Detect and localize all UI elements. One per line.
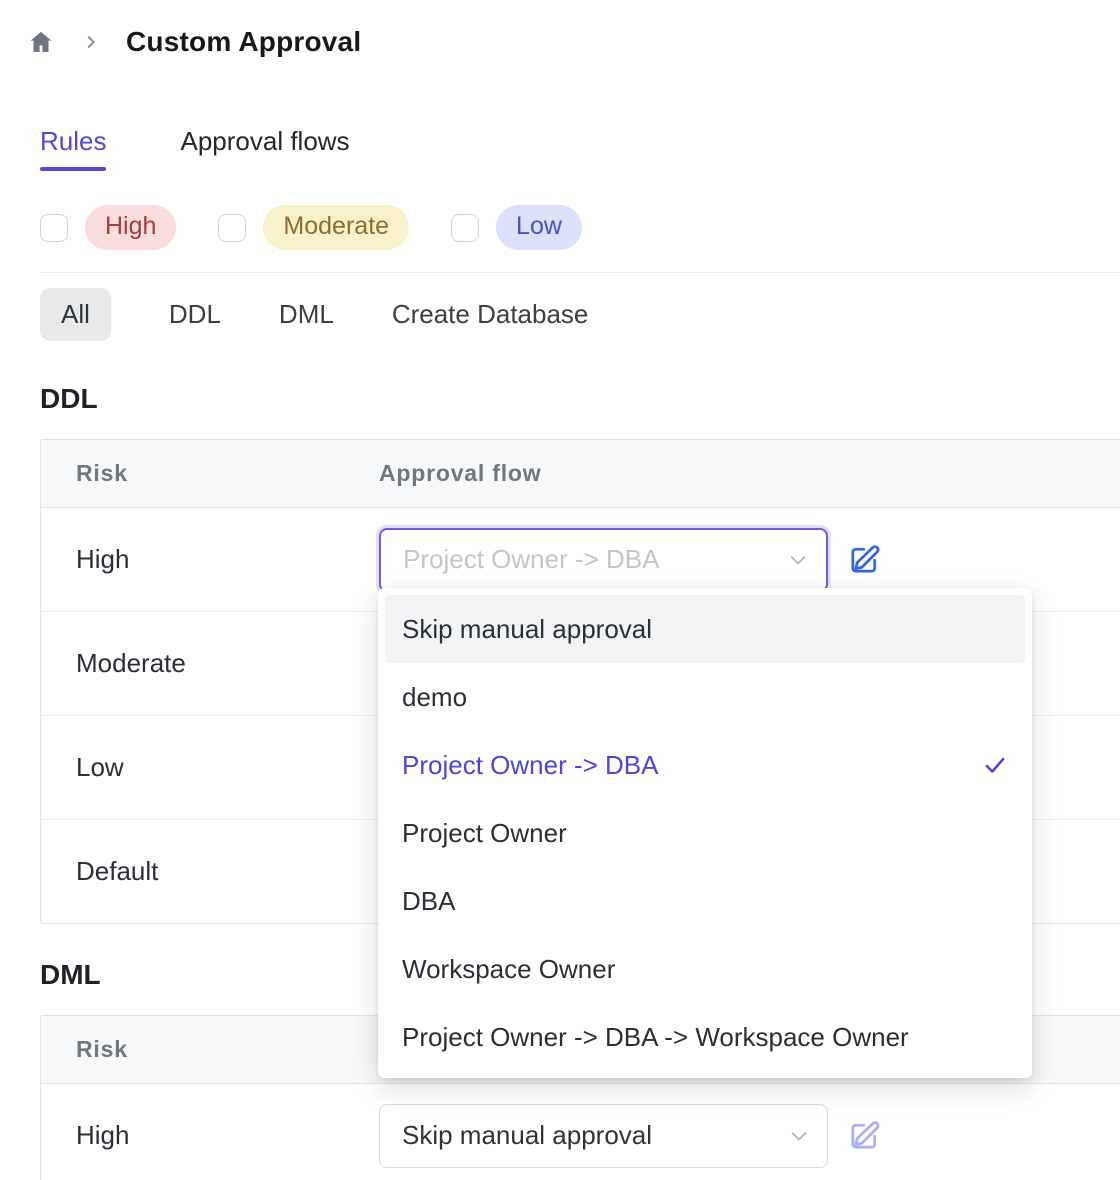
- category-filter-dml[interactable]: DML: [279, 299, 334, 330]
- approval-flow-select-ddl-high[interactable]: Project Owner -> DBA: [379, 528, 828, 592]
- dropdown-item-label: Project Owner: [402, 818, 567, 849]
- dropdown-item-skip-manual-approval[interactable]: Skip manual approval: [385, 595, 1025, 663]
- risk-filter-high[interactable]: High: [40, 205, 176, 250]
- select-value: Skip manual approval: [402, 1120, 652, 1151]
- risk-filter-low[interactable]: Low: [451, 205, 582, 250]
- column-header-approval-flow: Approval flow: [379, 460, 541, 487]
- active-tab-underline: [40, 167, 106, 171]
- dropdown-item-label: Skip manual approval: [402, 614, 652, 645]
- dropdown-item-label: Project Owner -> DBA -> Workspace Owner: [402, 1022, 909, 1053]
- dropdown-item-project-owner[interactable]: Project Owner: [385, 799, 1025, 867]
- badge-high: High: [85, 205, 176, 250]
- risk-filter-row: High Moderate Low: [40, 205, 1120, 250]
- flow-cell-dml-high: Skip manual approval: [379, 1104, 882, 1168]
- dropdown-item-label: Project Owner -> DBA: [402, 750, 658, 781]
- risk-filter-moderate[interactable]: Moderate: [218, 205, 409, 250]
- tab-rules[interactable]: Rules: [40, 126, 106, 171]
- select-value: Project Owner -> DBA: [403, 544, 659, 575]
- dropdown-item-project-owner-dba[interactable]: Project Owner -> DBA: [385, 731, 1025, 799]
- chevron-down-icon: [786, 548, 810, 572]
- risk-label-high: High: [41, 1120, 379, 1151]
- approval-flow-dropdown: Skip manual approval demo Project Owner …: [378, 588, 1032, 1078]
- edit-pencil-icon: [847, 1118, 882, 1153]
- category-filter-all[interactable]: All: [40, 288, 111, 341]
- edit-pencil-icon: [847, 542, 882, 577]
- checkbox-low[interactable]: [451, 214, 479, 242]
- ddl-table-header: Risk Approval flow: [41, 440, 1120, 508]
- badge-low: Low: [496, 205, 582, 250]
- home-icon[interactable]: [28, 29, 54, 55]
- chevron-right-icon: [82, 33, 100, 51]
- tab-approval-flows[interactable]: Approval flows: [180, 126, 349, 171]
- tab-approval-flows-label: Approval flows: [180, 126, 349, 156]
- badge-moderate: Moderate: [263, 205, 409, 250]
- custom-approval-page: Custom Approval Rules Approval flows Hig…: [0, 0, 1120, 1180]
- dropdown-item-project-owner-dba-workspace-owner[interactable]: Project Owner -> DBA -> Workspace Owner: [385, 1003, 1025, 1071]
- dropdown-item-dba[interactable]: DBA: [385, 867, 1025, 935]
- dropdown-item-workspace-owner[interactable]: Workspace Owner: [385, 935, 1025, 1003]
- dropdown-item-label: Workspace Owner: [402, 954, 615, 985]
- edit-flow-button-ddl-high[interactable]: [847, 542, 882, 577]
- page-title: Custom Approval: [126, 26, 361, 58]
- risk-label-low: Low: [41, 752, 379, 783]
- column-header-risk: Risk: [41, 1036, 379, 1063]
- check-icon: [982, 752, 1008, 778]
- tabs: Rules Approval flows: [40, 126, 1120, 171]
- section-title-ddl: DDL: [40, 383, 1120, 415]
- section-divider: [40, 272, 1120, 273]
- checkbox-moderate[interactable]: [218, 214, 246, 242]
- checkbox-high[interactable]: [40, 214, 68, 242]
- chevron-down-icon: [787, 1124, 811, 1148]
- dml-row-high: High Skip manual approval: [41, 1084, 1120, 1180]
- tab-rules-label: Rules: [40, 126, 106, 156]
- risk-label-moderate: Moderate: [41, 648, 379, 679]
- dropdown-item-label: DBA: [402, 886, 455, 917]
- column-header-risk: Risk: [41, 460, 379, 487]
- category-filter-ddl[interactable]: DDL: [169, 299, 221, 330]
- edit-flow-button-dml-high[interactable]: [847, 1118, 882, 1153]
- flow-cell-ddl-high: Project Owner -> DBA: [379, 528, 882, 592]
- category-filter-row: All DDL DML Create Database: [40, 288, 1120, 341]
- dropdown-item-label: demo: [402, 682, 467, 713]
- dropdown-item-demo[interactable]: demo: [385, 663, 1025, 731]
- risk-label-default: Default: [41, 856, 379, 887]
- category-filter-create-database[interactable]: Create Database: [392, 299, 589, 330]
- approval-flow-select-dml-high[interactable]: Skip manual approval: [379, 1104, 828, 1168]
- risk-label-high: High: [41, 544, 379, 575]
- breadcrumb: Custom Approval: [0, 0, 1120, 58]
